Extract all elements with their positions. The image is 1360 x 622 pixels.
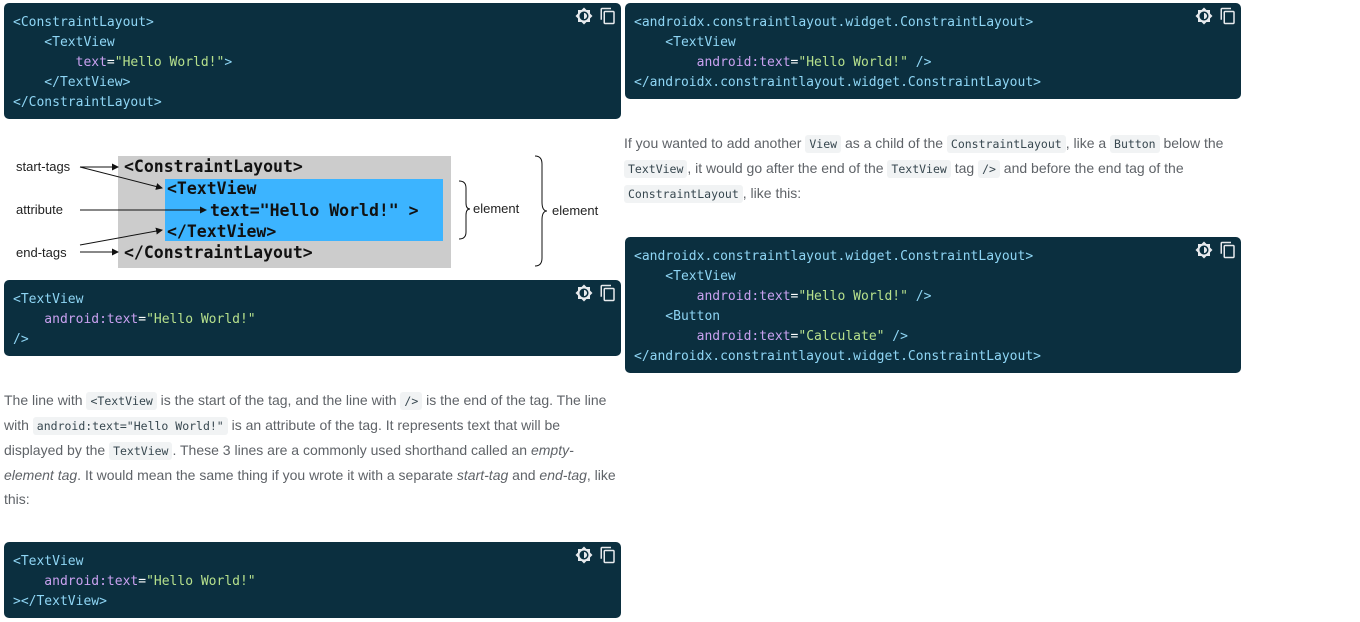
brightness-icon[interactable] <box>575 7 593 25</box>
copy-icon[interactable] <box>599 284 617 302</box>
code-token: </TextView> <box>13 75 131 90</box>
code-block-start-end-tag: <TextView android:text="Hello World!" ><… <box>4 542 621 618</box>
code-text: <androidx.constraintlayout.widget.Constr… <box>634 247 1232 367</box>
code-token: <Button <box>634 309 721 324</box>
code-token: = <box>138 312 147 327</box>
code-token: "Hello World!" <box>114 55 225 70</box>
code-token: /> <box>13 332 29 347</box>
inline-code: /> <box>978 160 1000 178</box>
brightness-icon[interactable] <box>1195 7 1213 25</box>
copy-icon[interactable] <box>599 546 617 564</box>
code-token: "Hello World!" <box>798 55 908 70</box>
emphasis: end-tag <box>539 467 587 483</box>
code-token: </androidx.constraintlayout.widget.Const… <box>634 349 1041 364</box>
brightness-icon[interactable] <box>1195 241 1213 259</box>
code-token: = <box>106 55 115 70</box>
explanation-paragraph-1: The line with <TextView is the start of … <box>4 388 622 511</box>
code-token: android:text <box>634 289 791 304</box>
diagram-arrows <box>79 155 548 267</box>
inline-code: TextView <box>109 442 173 460</box>
copy-icon[interactable] <box>1219 7 1237 25</box>
code-token: text <box>13 55 107 70</box>
code-text: <ConstraintLayout> <TextView text="Hello… <box>13 13 612 113</box>
code-token: ></TextView> <box>13 594 107 609</box>
text: , it would go after the end of the <box>687 160 888 176</box>
text: , like this: <box>742 185 802 201</box>
text: and <box>508 467 540 483</box>
code-token: > <box>224 55 233 70</box>
code-token: = <box>138 574 147 589</box>
explanation-paragraph-2: If you wanted to add another View as a c… <box>624 131 1246 206</box>
code-token: <TextView <box>13 35 115 50</box>
code-token: /> <box>907 289 932 304</box>
code-text: <androidx.constraintlayout.widget.Constr… <box>634 13 1232 93</box>
text: The line with <box>4 392 87 408</box>
inline-code: ConstraintLayout <box>624 185 743 203</box>
code-token: android:text <box>634 55 791 70</box>
text: as a child of the <box>841 135 947 151</box>
code-token: <TextView <box>634 35 736 50</box>
code-token: "Hello World!" <box>146 574 256 589</box>
code-block-actions <box>1195 241 1237 259</box>
code-token: /> <box>907 55 932 70</box>
inline-code: ConstraintLayout <box>946 135 1066 153</box>
brightness-icon[interactable] <box>575 284 593 302</box>
code-token: android:text <box>13 312 139 327</box>
code-block-actions <box>1195 7 1237 25</box>
code-token: <androidx.constraintlayout.widget.Constr… <box>634 15 1034 30</box>
code-block-empty-element-tag: <TextView android:text="Hello World!" /> <box>4 280 621 356</box>
inline-code: android:text="Hello World!" <box>32 417 228 435</box>
text: is the start of the tag, and the line wi… <box>156 392 401 408</box>
text: If you wanted to add another <box>624 135 806 151</box>
code-text: <TextView android:text="Hello World!" /> <box>13 290 612 350</box>
code-token: </ConstraintLayout> <box>13 95 162 110</box>
text: . It would mean the same thing if you wr… <box>77 467 457 483</box>
code-block-actions <box>575 7 617 25</box>
code-token: </androidx.constraintlayout.widget.Const… <box>634 75 1041 90</box>
code-token: <androidx.constraintlayout.widget.Constr… <box>634 249 1034 264</box>
text: tag <box>950 160 979 176</box>
xml-structure-diagram: <ConstraintLayout> <TextView text="Hello… <box>0 150 610 272</box>
code-token: "Hello World!" <box>798 289 908 304</box>
code-token: "Hello World!" <box>146 312 256 327</box>
code-text: <TextView android:text="Hello World!" ><… <box>13 552 612 612</box>
text: below the <box>1159 135 1224 151</box>
code-block-actions <box>575 546 617 564</box>
code-block-constraintlayout-textview: <ConstraintLayout> <TextView text="Hello… <box>4 3 621 119</box>
text: , like a <box>1065 135 1111 151</box>
code-token: /> <box>884 329 908 344</box>
inline-code: TextView <box>887 160 951 178</box>
copy-icon[interactable] <box>599 7 617 25</box>
inline-code: View <box>805 135 842 153</box>
code-token: <TextView <box>13 554 84 569</box>
code-token: <ConstraintLayout> <box>13 15 154 30</box>
code-token: <TextView <box>13 292 84 307</box>
code-block-androidx-textview: <androidx.constraintlayout.widget.Constr… <box>625 3 1241 99</box>
code-token: <TextView <box>634 269 736 284</box>
text: and before the end tag of the <box>999 160 1184 176</box>
code-token: "Calculate" <box>798 329 885 344</box>
inline-code: Button <box>1110 135 1160 153</box>
inline-code: <TextView <box>86 392 157 410</box>
code-block-androidx-textview-button: <androidx.constraintlayout.widget.Constr… <box>625 237 1241 373</box>
inline-code: /> <box>400 392 423 410</box>
text: . These 3 lines are a commonly used shor… <box>172 442 531 458</box>
brightness-icon[interactable] <box>575 546 593 564</box>
emphasis: start-tag <box>456 467 509 483</box>
code-token: android:text <box>634 329 791 344</box>
code-token: android:text <box>13 574 139 589</box>
code-block-actions <box>575 284 617 302</box>
copy-icon[interactable] <box>1219 241 1237 259</box>
inline-code: TextView <box>624 160 688 178</box>
